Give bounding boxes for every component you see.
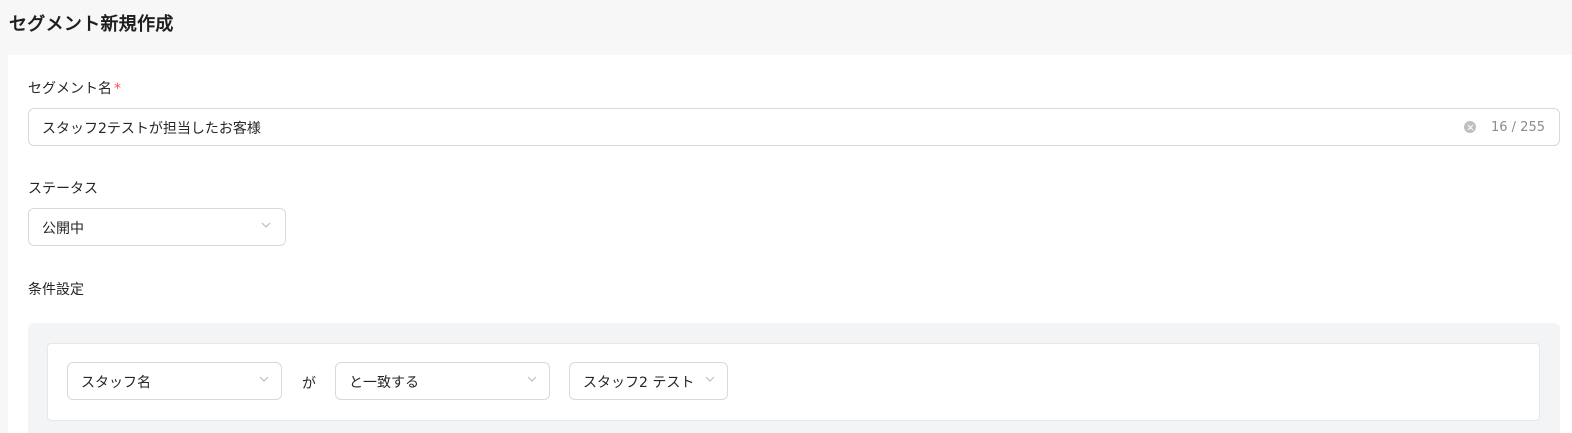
clear-icon[interactable] bbox=[1464, 121, 1476, 133]
required-mark: * bbox=[114, 81, 121, 97]
chevron-down-icon bbox=[527, 376, 537, 382]
conditions-label: 条件設定 bbox=[28, 282, 84, 298]
page-header: セグメント新規作成 bbox=[0, 0, 1572, 55]
status-select[interactable]: 公開中 bbox=[28, 208, 286, 246]
condition-field-select[interactable]: スタッフ名 bbox=[67, 362, 282, 400]
char-count: 16 / 255 bbox=[1491, 120, 1545, 135]
page-title: セグメント新規作成 bbox=[9, 14, 174, 35]
condition-operator-value: と一致する bbox=[349, 375, 419, 391]
chevron-down-icon bbox=[259, 376, 269, 382]
segment-name-label: セグメント名 * bbox=[28, 78, 121, 98]
condition-field-value: スタッフ名 bbox=[81, 375, 151, 391]
segment-name-value[interactable]: スタッフ2テストが担当したお客様 bbox=[42, 118, 261, 138]
condition-value-select[interactable]: スタッフ2 テスト bbox=[569, 362, 728, 400]
status-label: ステータス bbox=[28, 181, 98, 197]
status-select-value: 公開中 bbox=[42, 221, 84, 237]
condition-connector: が bbox=[302, 376, 316, 392]
condition-value-value: スタッフ2 テスト bbox=[583, 375, 695, 391]
chevron-down-icon bbox=[705, 376, 715, 382]
chevron-down-icon bbox=[261, 222, 271, 228]
condition-operator-select[interactable]: と一致する bbox=[335, 362, 550, 400]
segment-name-label-text: セグメント名 bbox=[28, 81, 112, 97]
segment-name-input[interactable]: スタッフ2テストが担当したお客様 16 / 255 bbox=[28, 108, 1560, 146]
